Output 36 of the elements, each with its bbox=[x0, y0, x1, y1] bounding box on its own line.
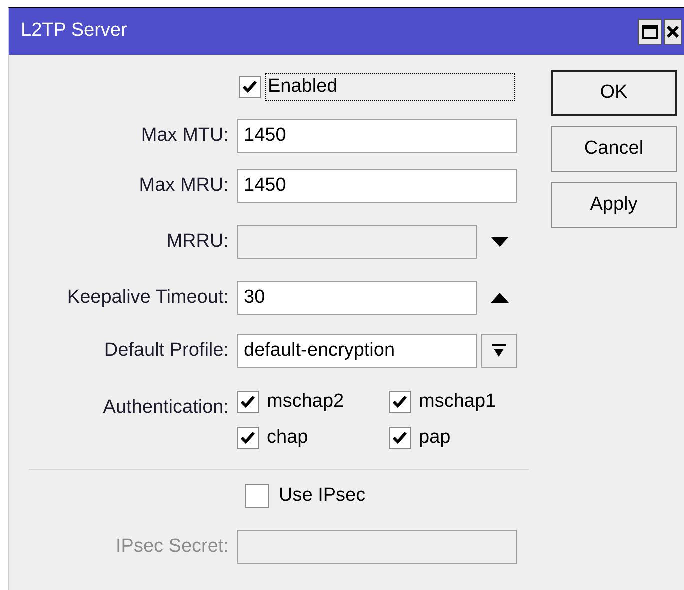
field-label: Max MRU: bbox=[139, 174, 229, 198]
close-button[interactable] bbox=[664, 18, 682, 44]
input-field[interactable]: 1450 bbox=[237, 119, 517, 153]
dialog-button[interactable]: Apply bbox=[551, 182, 677, 228]
field-label: Max MTU: bbox=[141, 124, 229, 148]
input-field[interactable] bbox=[237, 225, 477, 259]
checkbox-label[interactable]: Use IPsec bbox=[279, 482, 366, 510]
triangle-down-icon[interactable] bbox=[491, 237, 509, 247]
checkbox-label[interactable]: mschap2 bbox=[267, 388, 344, 416]
dialog-button[interactable]: OK bbox=[551, 70, 677, 116]
field-label: Authentication: bbox=[103, 396, 229, 420]
window-title: L2TP Server bbox=[21, 19, 128, 44]
maximize-button[interactable] bbox=[638, 18, 662, 44]
checkbox-label[interactable]: chap bbox=[267, 424, 308, 452]
close-icon bbox=[667, 26, 679, 38]
input-field[interactable]: 1450 bbox=[237, 169, 517, 203]
dropdown-field[interactable]: default-encryption bbox=[237, 334, 477, 368]
arrow-down-icon bbox=[492, 344, 506, 358]
field-label: MRRU: bbox=[166, 230, 229, 254]
input-field[interactable]: 30 bbox=[237, 281, 477, 315]
field-label: Keepalive Timeout: bbox=[67, 286, 229, 310]
maximize-icon bbox=[642, 24, 658, 38]
checkbox[interactable] bbox=[237, 427, 259, 449]
field-label: Default Profile: bbox=[104, 338, 229, 363]
checkbox[interactable] bbox=[245, 484, 269, 508]
triangle-up-icon[interactable] bbox=[491, 293, 509, 303]
checkbox-label[interactable]: mschap1 bbox=[419, 388, 496, 416]
checkbox[interactable] bbox=[239, 76, 261, 98]
field-label: IPsec Secret: bbox=[116, 534, 229, 559]
checkbox[interactable] bbox=[389, 427, 411, 449]
dialog-button[interactable]: Cancel bbox=[551, 126, 677, 172]
checkbox-label[interactable]: pap bbox=[419, 424, 451, 452]
checkbox[interactable] bbox=[237, 391, 259, 413]
checkbox-label[interactable]: Enabled bbox=[265, 73, 515, 101]
checkbox[interactable] bbox=[389, 391, 411, 413]
dropdown-button[interactable] bbox=[481, 334, 517, 368]
